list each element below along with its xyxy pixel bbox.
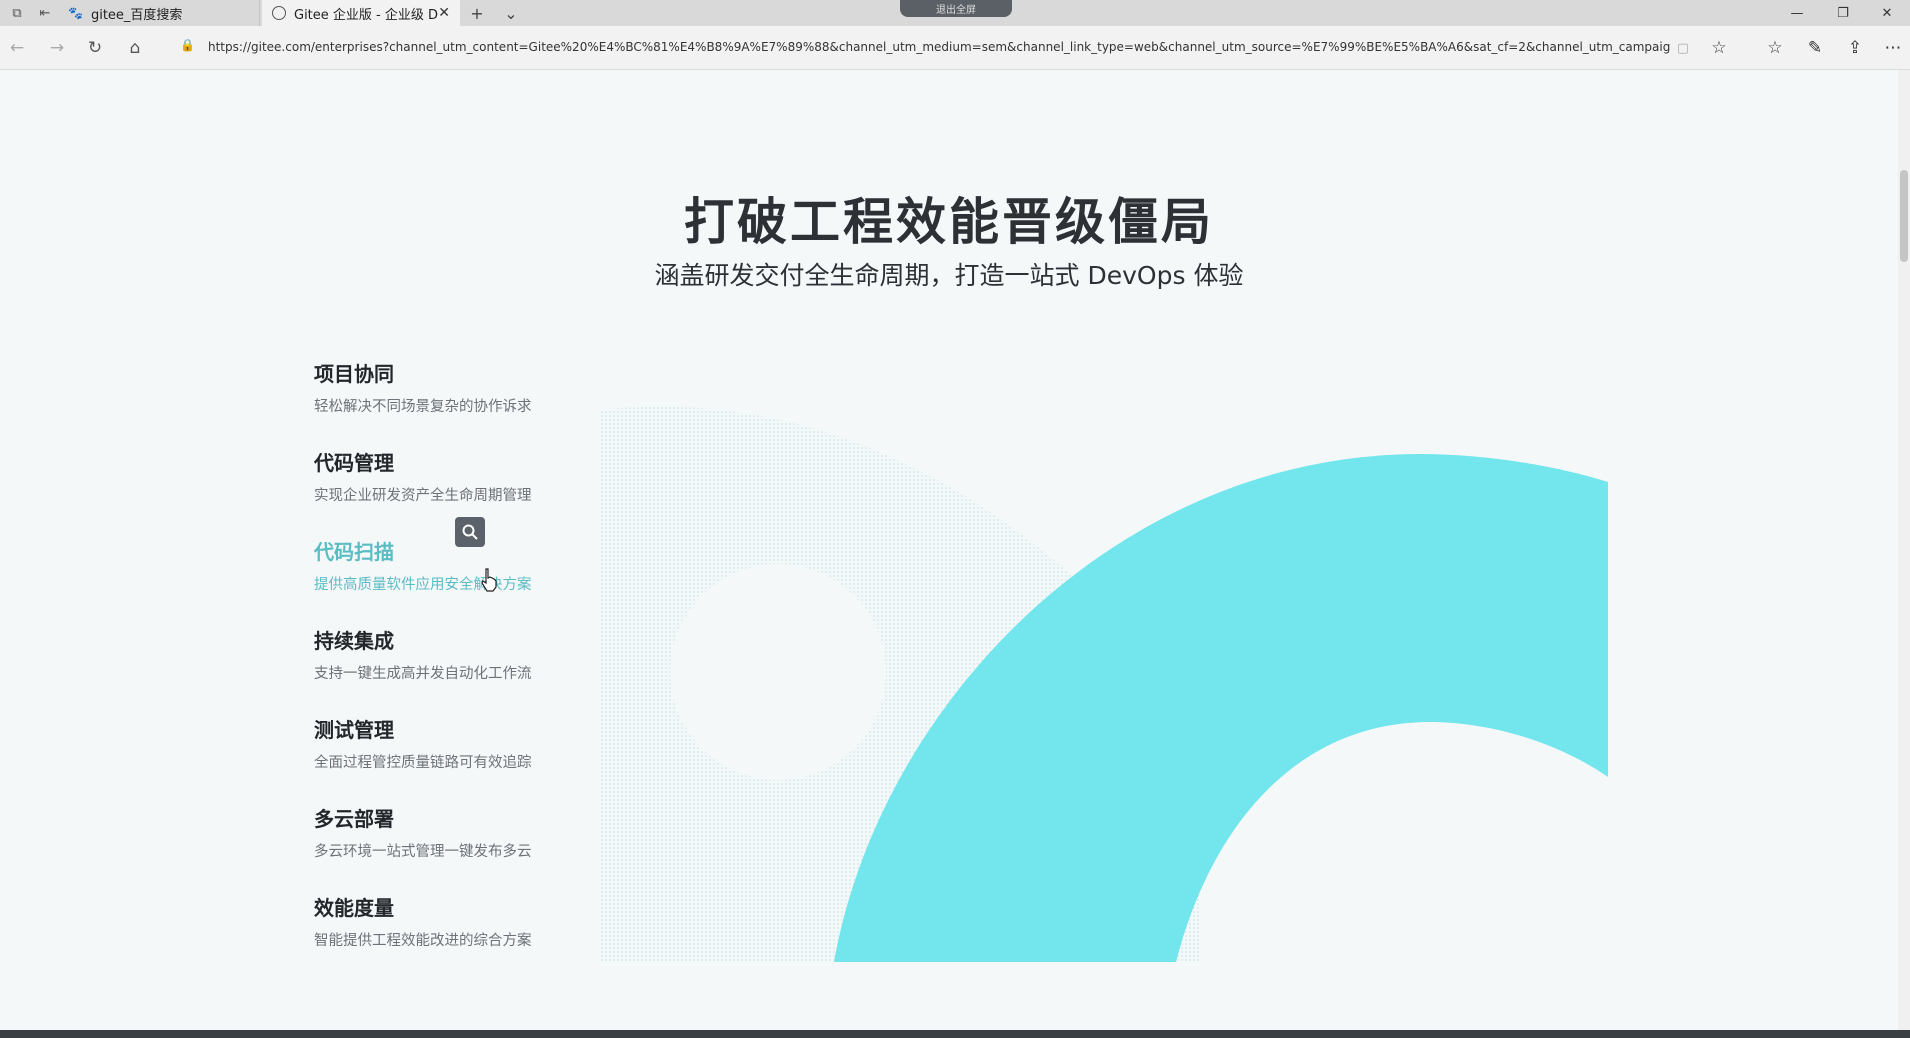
feature-item-code[interactable]: 代码管理 实现企业研发资产全生命周期管理 — [314, 447, 574, 507]
set-aside-tabs-icon[interactable]: ⇤ — [28, 0, 62, 26]
feature-desc: 全面过程管控质量链路可有效追踪 — [314, 755, 532, 771]
close-tab-icon[interactable]: ✕ — [438, 5, 450, 21]
favorites-hub-icon[interactable]: ☆ — [1760, 34, 1790, 62]
feature-title: 代码管理 — [314, 451, 394, 475]
baidu-favicon-icon: 🐾 — [68, 6, 83, 20]
feature-desc: 实现企业研发资产全生命周期管理 — [314, 488, 532, 504]
feature-illustration — [600, 406, 1608, 962]
page-content: 打破工程效能晋级僵局 涵盖研发交付全生命周期，打造一站式 DevOps 体验 项… — [0, 70, 1898, 1030]
more-menu-icon[interactable]: ⋯ — [1878, 34, 1908, 62]
close-window-button[interactable]: ✕ — [1864, 0, 1910, 26]
tab-gitee[interactable]: Gitee 企业版 - 企业级 D ✕ — [262, 0, 460, 26]
feature-item-metrics[interactable]: 效能度量 智能提供工程效能改进的综合方案 — [314, 892, 574, 952]
tab-bar: ⧉ ⇤ 🐾 gitee_百度搜索 Gitee 企业版 - 企业级 D ✕ + ⌄… — [0, 0, 1910, 26]
tab-label: Gitee 企业版 - 企业级 D — [294, 7, 439, 23]
new-tab-button[interactable]: + — [462, 0, 492, 26]
feature-desc: 智能提供工程效能改进的综合方案 — [314, 933, 532, 949]
feature-desc: 轻松解决不同场景复杂的协作诉求 — [314, 399, 532, 415]
feature-item-ci[interactable]: 持续集成 支持一键生成高并发自动化工作流 — [314, 625, 574, 685]
back-arrow-icon[interactable]: ← — [2, 34, 32, 62]
floating-search-button[interactable] — [455, 517, 485, 547]
hero-subtitle: 涵盖研发交付全生命周期，打造一站式 DevOps 体验 — [654, 261, 1244, 290]
feature-desc: 提供高质量软件应用安全解决方案 — [314, 577, 532, 593]
home-icon[interactable]: ⌂ — [120, 34, 150, 62]
tab-label: gitee_百度搜索 — [90, 7, 183, 23]
feature-title: 效能度量 — [314, 896, 394, 920]
feature-title: 测试管理 — [314, 718, 394, 742]
share-icon[interactable]: ⇪ — [1840, 34, 1870, 62]
restore-button[interactable]: ❐ — [1820, 0, 1866, 26]
feature-desc: 多云环境一站式管理一键发布多云 — [314, 844, 532, 860]
search-icon — [462, 524, 478, 540]
pale-arc-hole — [670, 564, 886, 780]
tab-baidu[interactable]: 🐾 gitee_百度搜索 — [58, 0, 260, 26]
address-bar[interactable]: https://gitee.com/enterprises?channel_ut… — [208, 36, 1670, 58]
web-note-pen-icon[interactable]: ✎ — [1800, 34, 1830, 62]
refresh-icon[interactable]: ↻ — [80, 34, 110, 62]
lock-icon: 🔒 — [180, 38, 195, 52]
feature-title: 持续集成 — [314, 629, 394, 653]
minimize-button[interactable]: — — [1774, 0, 1820, 26]
taskbar-edge — [0, 1030, 1910, 1038]
page-scrollbar[interactable] — [1898, 70, 1910, 1030]
hand-cursor-icon — [481, 568, 497, 592]
browser-window: ⧉ ⇤ 🐾 gitee_百度搜索 Gitee 企业版 - 企业级 D ✕ + ⌄… — [0, 0, 1910, 1038]
exit-fullscreen-pill[interactable]: 退出全屏 — [900, 0, 1012, 17]
feature-title: 代码扫描 — [314, 540, 394, 564]
feature-item-deploy[interactable]: 多云部署 多云环境一站式管理一键发布多云 — [314, 803, 574, 863]
feature-item-project[interactable]: 项目协同 轻松解决不同场景复杂的协作诉求 — [314, 358, 574, 418]
feature-desc: 支持一键生成高并发自动化工作流 — [314, 666, 532, 682]
hero-title: 打破工程效能晋级僵局 — [684, 193, 1214, 251]
feature-item-scan[interactable]: 代码扫描 提供高质量软件应用安全解决方案 — [314, 536, 574, 596]
feature-item-test[interactable]: 测试管理 全面过程管控质量链路可有效追踪 — [314, 714, 574, 774]
scroll-thumb[interactable] — [1900, 170, 1908, 262]
favorite-star-icon[interactable]: ☆ — [1704, 34, 1734, 62]
feature-title: 项目协同 — [314, 362, 394, 386]
feature-title: 多云部署 — [314, 807, 394, 831]
gitee-favicon-icon — [272, 6, 286, 20]
tab-list-chevron-icon[interactable]: ⌄ — [496, 0, 526, 26]
reading-view-icon[interactable]: ▢ — [1668, 34, 1698, 62]
forward-arrow-icon[interactable]: → — [42, 34, 72, 62]
